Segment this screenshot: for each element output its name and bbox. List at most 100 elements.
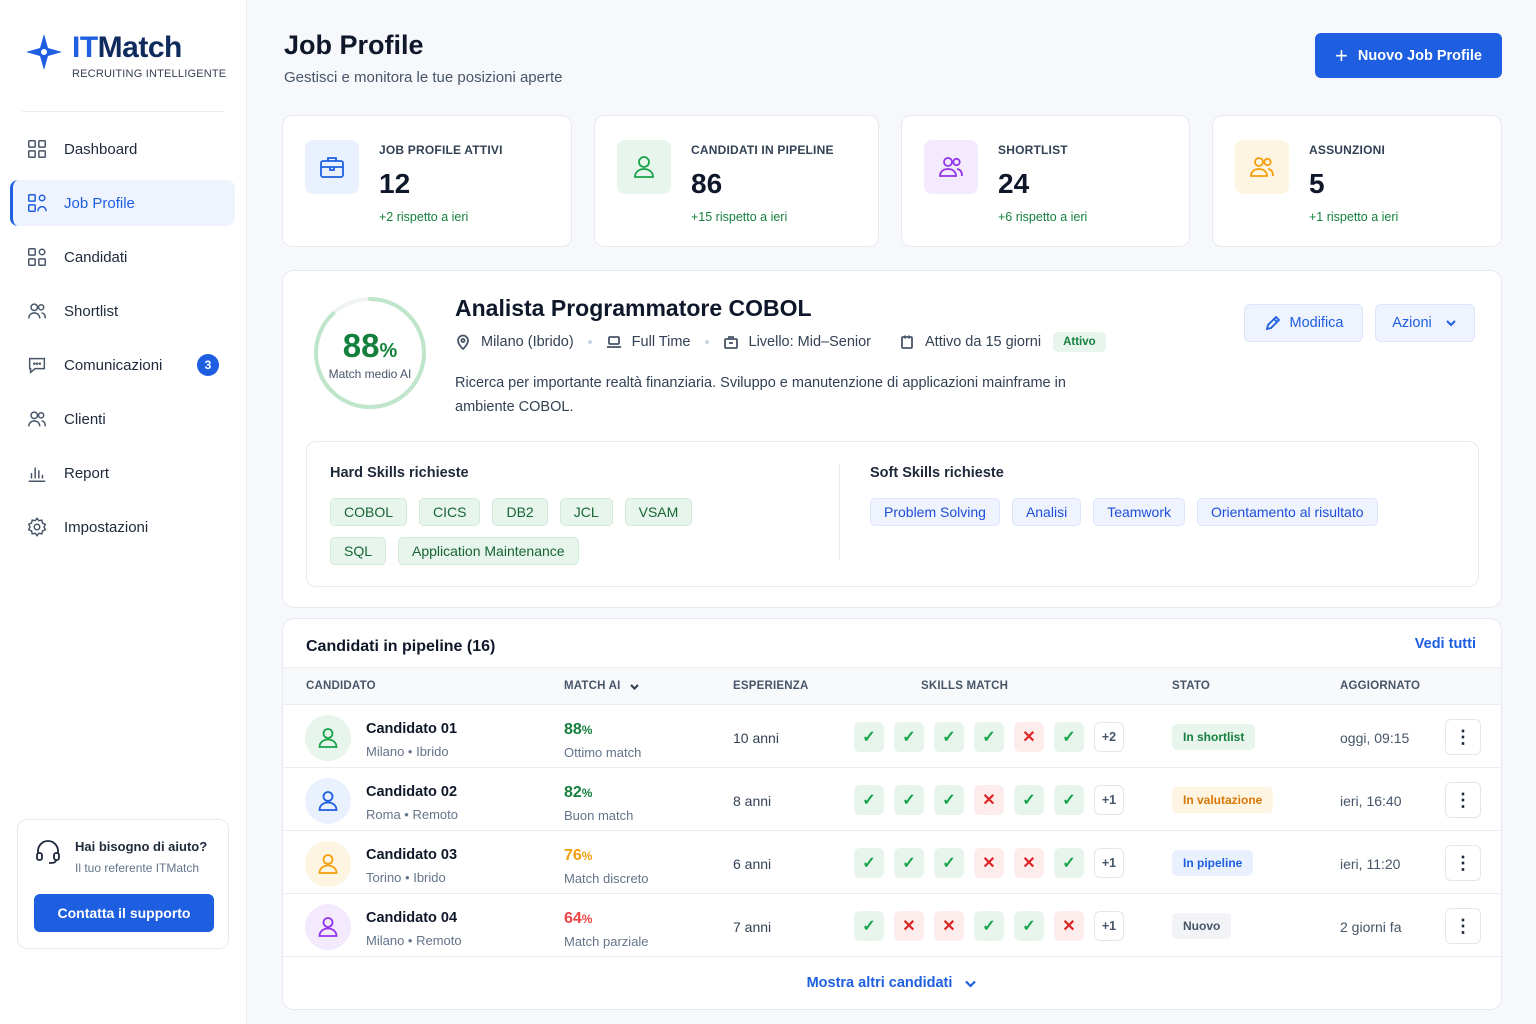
notification-badge: 3 — [197, 354, 219, 376]
help-subtitle: Il tuo referente ITMatch — [75, 861, 200, 875]
kpi-icon-container — [617, 140, 671, 194]
column-header-candidato: CANDIDATO — [306, 680, 376, 692]
candidate-name[interactable]: Candidato 04 — [366, 910, 457, 926]
sidebar-item-impostazioni[interactable]: Impostazioni — [10, 504, 235, 550]
sidebar-item-label: Impostazioni — [64, 518, 149, 536]
contact-support-button[interactable]: Contatta il supporto — [34, 894, 214, 932]
row-menu-button[interactable]: ⋮ — [1445, 719, 1481, 755]
avatar — [305, 904, 351, 950]
sidebar-item-shortlist[interactable]: Shortlist — [10, 288, 235, 334]
pipeline-title: Candidati in pipeline (16) — [306, 638, 496, 655]
plus-icon: + — [1335, 42, 1348, 68]
skill-match-check-icon: ✓ — [974, 911, 1004, 941]
skill-match-check-icon: ✓ — [854, 911, 884, 941]
kpi-card-shortlist: SHORTLIST 24 +6 rispetto a ieri — [901, 115, 1190, 247]
table-row[interactable]: Candidato 02 Roma • Remoto 82% Buon matc… — [283, 769, 1501, 831]
kpi-value: 86 — [691, 168, 723, 199]
new-job-profile-button[interactable]: + Nuovo Job Profile — [1315, 33, 1502, 78]
laptop-icon — [606, 336, 621, 348]
grid-icon — [28, 140, 46, 158]
experience: 8 anni — [733, 793, 772, 809]
job-profile-icon — [28, 194, 47, 212]
skill-match-check-icon: ✓ — [934, 848, 964, 878]
skills-match: ✓ ✓ ✓ ✓ ✕ ✓ +2 — [854, 722, 1124, 752]
skill-match-check-icon: ✓ — [1054, 848, 1084, 878]
skills-divider — [839, 464, 840, 560]
job-type: Full Time — [606, 334, 691, 350]
row-menu-button[interactable]: ⋮ — [1445, 782, 1481, 818]
avatar — [305, 778, 351, 824]
users-icon — [28, 303, 46, 319]
skills-match: ✓ ✕ ✕ ✓ ✓ ✕ +1 — [854, 911, 1124, 941]
kpi-value: 5 — [1309, 168, 1325, 199]
experience: 6 anni — [733, 856, 772, 872]
candidate-name[interactable]: Candidato 02 — [366, 784, 457, 800]
column-header-match-ai[interactable]: MATCH AI — [564, 680, 640, 692]
status-badge: In shortlist — [1172, 724, 1256, 750]
brand-name: ITMatch — [72, 31, 182, 64]
view-all-link[interactable]: Vedi tutti — [1415, 636, 1476, 652]
page-title: Job Profile — [284, 30, 424, 60]
hard-skill-tag: Application Maintenance — [398, 537, 579, 565]
kpi-icon-container — [924, 140, 978, 194]
meta-separator — [587, 340, 592, 344]
more-skills-badge[interactable]: +2 — [1094, 722, 1124, 752]
table-row[interactable]: Candidato 01 Milano • Ibrido 88% Ottimo … — [283, 706, 1501, 768]
soft-skills-title: Soft Skills richieste — [870, 465, 1004, 481]
show-more-candidates-button[interactable]: Mostra altri candidati — [283, 975, 1501, 991]
kpi-icon-container — [305, 140, 359, 194]
bar-chart-icon — [28, 467, 46, 482]
kpi-card-candidati-pipeline: CANDIDATI IN PIPELINE 86 +15 rispetto a … — [594, 115, 879, 247]
sidebar-item-report[interactable]: Report — [10, 450, 235, 496]
sidebar-item-label: Comunicazioni — [64, 356, 163, 374]
users-icon — [939, 157, 963, 177]
edit-button[interactable]: Modifica — [1244, 304, 1363, 342]
hard-skill-tag: VSAM — [624, 498, 693, 526]
kpi-label: CANDIDATI IN PIPELINE — [691, 143, 834, 157]
more-skills-badge[interactable]: +1 — [1094, 848, 1124, 878]
sidebar-item-clienti[interactable]: Clienti — [10, 396, 235, 442]
row-menu-button[interactable]: ⋮ — [1445, 908, 1481, 944]
match-label: Match discreto — [564, 871, 649, 886]
job-location: Milano (Ibrido) — [455, 334, 574, 350]
column-header-aggiornato: AGGIORNATO — [1340, 680, 1421, 692]
gear-icon — [27, 517, 47, 537]
soft-skill-tag: Teamwork — [1093, 498, 1185, 526]
skill-miss-x-icon: ✕ — [894, 911, 924, 941]
match-label: Ottimo match — [564, 745, 642, 760]
candidate-name[interactable]: Candidato 03 — [366, 847, 457, 863]
match-score: 82% — [564, 784, 593, 801]
logo[interactable]: ITMatch RECRUITING INTELLIGENTE — [24, 30, 226, 80]
sidebar-item-job-profile[interactable]: Job Profile — [10, 180, 235, 226]
more-skills-badge[interactable]: +1 — [1094, 911, 1124, 941]
sidebar-item-label: Dashboard — [64, 140, 138, 158]
brand-tagline: RECRUITING INTELLIGENTE — [72, 68, 227, 80]
chevron-down-icon — [965, 980, 977, 988]
skill-match-check-icon: ✓ — [1014, 785, 1044, 815]
table-row[interactable]: Candidato 04 Milano • Remoto 64% Match p… — [283, 895, 1501, 957]
candidate-name[interactable]: Candidato 01 — [366, 721, 457, 737]
hard-skill-tag: JCL — [559, 498, 613, 526]
sidebar-item-dashboard[interactable]: Dashboard — [10, 126, 235, 172]
row-menu-button[interactable]: ⋮ — [1445, 845, 1481, 881]
user-icon — [318, 854, 338, 874]
skill-match-check-icon: ✓ — [854, 848, 884, 878]
candidate-location: Milano • Ibrido — [366, 744, 449, 759]
user-icon — [318, 728, 338, 748]
help-card: Hai bisogno di aiuto? Il tuo referente I… — [17, 819, 229, 949]
soft-skills-list: Problem Solving Analisi Teamwork Orienta… — [870, 498, 1430, 526]
status-badge: Attivo — [1053, 332, 1106, 352]
hard-skill-tag: DB2 — [492, 498, 548, 526]
sidebar-item-candidati[interactable]: Candidati — [10, 234, 235, 280]
sidebar-item-comunicazioni[interactable]: Comunicazioni 3 — [10, 342, 235, 388]
soft-skill-tag: Analisi — [1011, 498, 1082, 526]
candidate-location: Roma • Remoto — [366, 807, 458, 822]
kpi-icon-container — [1235, 140, 1289, 194]
skill-match-check-icon: ✓ — [934, 785, 964, 815]
user-icon — [634, 156, 654, 178]
updated-at: ieri, 16:40 — [1340, 793, 1402, 809]
skill-match-check-icon: ✓ — [1054, 722, 1084, 752]
actions-dropdown-button[interactable]: Azioni — [1375, 304, 1475, 342]
table-row[interactable]: Candidato 03 Torino • Ibrido 76% Match d… — [283, 832, 1501, 894]
more-skills-badge[interactable]: +1 — [1094, 785, 1124, 815]
